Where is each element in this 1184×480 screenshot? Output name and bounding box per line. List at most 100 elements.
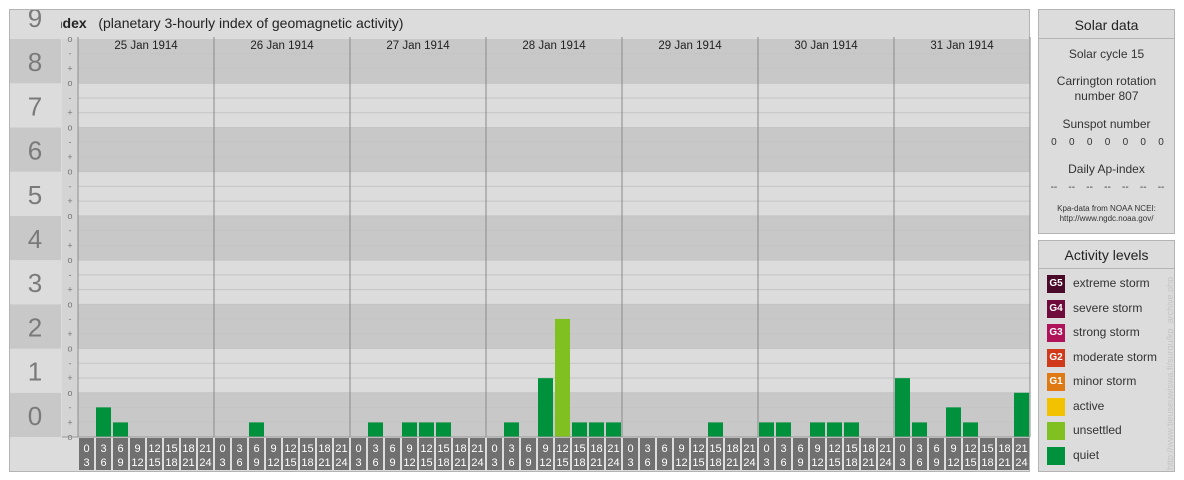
solar-cycle: Solar cycle 15	[1068, 47, 1145, 61]
slot-end-label: 6	[100, 457, 106, 469]
sub-tick-label: o	[67, 255, 72, 265]
slot-end-label: 24	[199, 457, 211, 469]
slot-end-label: 24	[879, 457, 891, 469]
band	[78, 83, 1030, 128]
slot-end-label: 21	[182, 457, 194, 469]
slot-start-label: 18	[454, 443, 466, 455]
slot-end-label: 3	[355, 457, 361, 469]
sub-tick-label: +	[67, 196, 72, 206]
legend-label: severe storm	[1073, 300, 1143, 315]
slot-end-label: 3	[627, 457, 633, 469]
slot-start-label: 9	[542, 443, 548, 455]
slot-end-label: 9	[933, 457, 939, 469]
ap-value: --	[1104, 182, 1111, 193]
kp-bar	[572, 422, 587, 437]
sunspot-values: 0000000	[1045, 137, 1170, 149]
slot-start-label: 3	[644, 443, 650, 455]
slot-start-label: 6	[253, 443, 259, 455]
ap-value: --	[1122, 182, 1129, 193]
carrington-line-1: Carrington rotation	[1056, 74, 1157, 88]
band	[78, 171, 1030, 216]
slot-end-label: 15	[556, 457, 568, 469]
slot-end-label: 15	[692, 457, 704, 469]
sunspot-value: 0	[1051, 137, 1057, 148]
sunspot-label: Sunspot number	[1062, 117, 1151, 131]
kp-bar	[555, 318, 570, 437]
sub-tick-label: +	[67, 329, 72, 339]
slot-start-label: 9	[134, 443, 140, 455]
y-tick-label: 7	[28, 91, 42, 121]
kp-bar	[436, 422, 451, 437]
slot-start-label: 0	[763, 443, 769, 455]
legend-label: active	[1073, 398, 1105, 413]
band	[78, 127, 1030, 172]
slot-start-label: 0	[83, 443, 89, 455]
kp-bar	[419, 422, 434, 437]
solar-data-title: Solar data	[1074, 17, 1139, 33]
day-label: 31 Jan 1914	[930, 40, 994, 52]
legend-swatch	[1047, 397, 1065, 416]
slot-end-label: 18	[437, 457, 449, 469]
activity-legend-panel: Activity levels G5 extreme storm G4 severe …	[1038, 240, 1175, 472]
sub-tick-label: +	[67, 240, 72, 250]
band	[78, 348, 1030, 393]
sub-tick-label: -	[69, 358, 72, 368]
y-tick-label: 8	[28, 47, 42, 77]
sub-tick-label: o	[67, 388, 72, 398]
slot-start-label: 6	[933, 443, 939, 455]
slot-start-label: 9	[270, 443, 276, 455]
sub-tick-label: -	[69, 137, 72, 147]
slot-end-label: 15	[964, 457, 976, 469]
slot-start-label: 15	[845, 443, 857, 455]
kp-bar	[538, 378, 553, 437]
band	[78, 304, 1030, 349]
slot-start-label: 15	[437, 443, 449, 455]
sunspot-value: 0	[1122, 137, 1129, 148]
slot-end-label: 3	[899, 457, 905, 469]
kpa-chart: 0123456789o+-o+-o+-o+-o+-o+-o+-o+-o+-o25…	[10, 10, 1031, 470]
legend-swatch	[1047, 422, 1065, 440]
slot-start-label: 9	[406, 443, 412, 455]
ap-value: --	[1050, 182, 1058, 193]
slot-end-label: 21	[726, 457, 738, 469]
slot-end-label: 21	[998, 457, 1010, 469]
kpa-chart-panel: Kpa-index (planetary 3-hourly index of g…	[9, 9, 1031, 472]
slot-start-label: 21	[607, 443, 619, 455]
slot-start-label: 12	[148, 443, 160, 455]
slot-start-label: 15	[301, 443, 313, 455]
day-label: 26 Jan 1914	[250, 40, 314, 52]
ap-value: --	[1139, 182, 1147, 193]
slot-end-label: 6	[644, 457, 650, 469]
slot-end-label: 21	[862, 457, 874, 469]
slot-end-label: 24	[471, 457, 483, 469]
slot-end-label: 3	[763, 457, 769, 469]
sub-tick-label: +	[67, 373, 72, 383]
slot-end-label: 15	[148, 457, 160, 469]
slot-start-label: 15	[709, 443, 721, 455]
sub-tick-label: +	[67, 63, 72, 73]
kp-bar	[113, 422, 128, 437]
solar-divider	[1039, 38, 1174, 39]
y-tick-label: 9	[28, 10, 42, 33]
kp-bar	[504, 422, 519, 437]
sub-tick-label: -	[69, 49, 72, 59]
slot-end-label: 12	[403, 457, 415, 469]
day-label: 30 Jan 1914	[794, 40, 858, 52]
day-label: 25 Jan 1914	[114, 40, 178, 52]
slot-start-label: 21	[743, 443, 755, 455]
legend-swatch: G2	[1047, 348, 1065, 367]
slot-start-label: 21	[335, 443, 347, 455]
slot-start-label: 6	[117, 443, 123, 455]
slot-end-label: 15	[828, 457, 840, 469]
slot-start-label: 3	[100, 443, 106, 455]
kp-bar	[708, 422, 723, 437]
slot-start-label: 15	[165, 443, 177, 455]
kp-bar	[606, 422, 621, 437]
kp-bar	[963, 422, 978, 437]
sunspot-value: 0	[1086, 137, 1093, 148]
band	[78, 215, 1030, 261]
kp-bar	[946, 407, 961, 437]
slot-end-label: 18	[845, 457, 857, 469]
legend-title: Activity levels	[1064, 247, 1149, 263]
legend-label: extreme storm	[1073, 276, 1150, 290]
